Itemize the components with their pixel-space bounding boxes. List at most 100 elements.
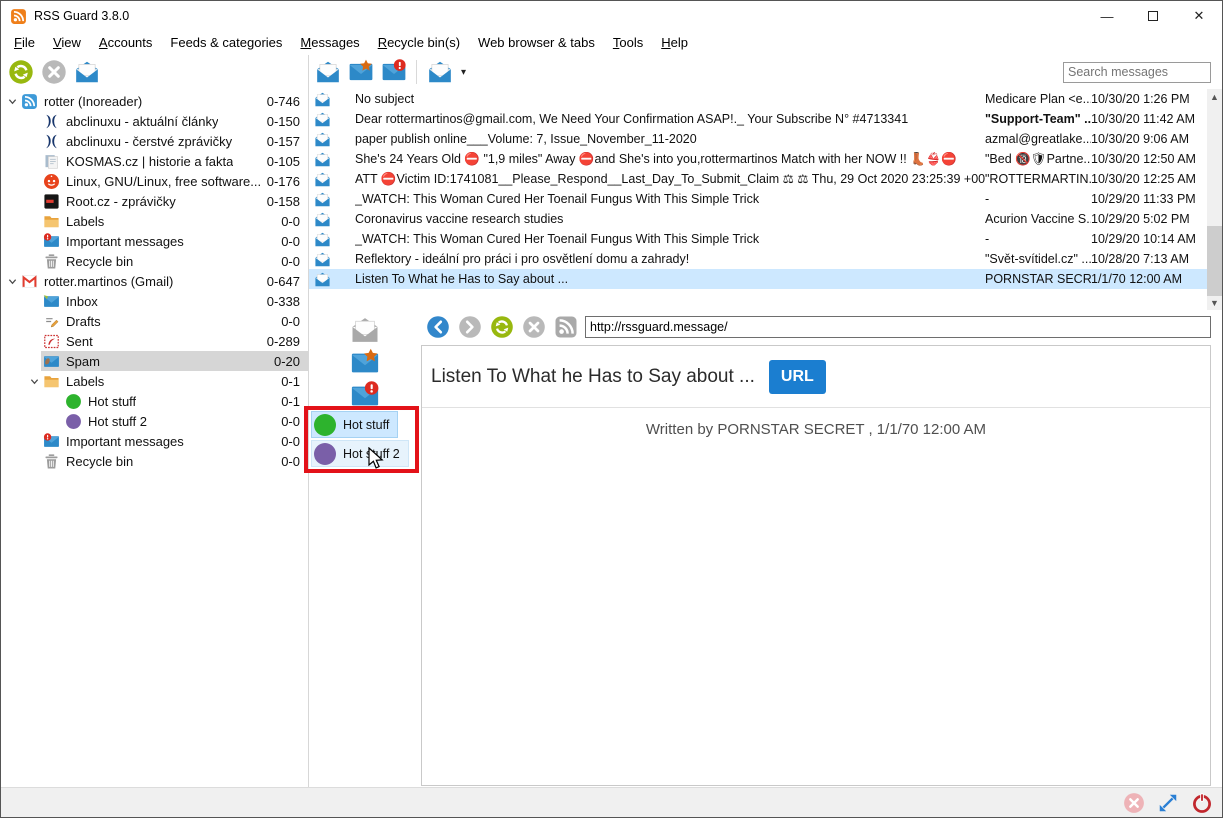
feed-row-important-messages[interactable]: Important messages0-0 [1,431,308,451]
message-row[interactable]: Coronavirus vaccine research studiesAcur… [309,209,1207,229]
menu-messages[interactable]: Messages [291,32,368,54]
feed-row-labels[interactable]: Labels0-0 [1,211,308,231]
forward-button[interactable] [457,315,482,340]
feed-row-abclinuxu-aktu-ln-l-nky[interactable]: abclinuxu - aktuální články0-150 [1,111,308,131]
feed-row-drafts[interactable]: Drafts0-0 [1,311,308,331]
back-button[interactable] [425,315,450,340]
message-toolbar: ▾ [309,55,1223,89]
feed-unread-count: 0-0 [281,234,308,249]
message-date: 10/28/20 7:13 AM [1091,252,1207,266]
mail-read-icon [314,151,333,168]
close-button[interactable]: ✕ [1176,1,1222,31]
toolbar-separator [416,60,417,84]
dot-green-icon [65,393,82,410]
message-row[interactable]: Reflektory - ideální pro práci i pro osv… [309,249,1207,269]
quit-button[interactable] [1188,789,1215,816]
feed-label: Labels [66,214,104,229]
feed-unread-count: 0-746 [267,94,308,109]
label-color-dot-icon [314,414,336,436]
scroll-down-icon[interactable]: ▼ [1207,295,1222,310]
mark-read-button[interactable] [314,59,341,86]
mark-feed-read-button[interactable] [73,59,100,86]
main-area: rotter (Inoreader)0-746abclinuxu - aktuá… [1,55,1223,789]
feed-row-body: Recycle bin0-0 [41,251,308,271]
feed-row-recycle-bin[interactable]: Recycle bin0-0 [1,251,308,271]
message-row[interactable]: ATT ⛔Victim ID:1741081__Please_Respond__… [309,169,1207,189]
message-row[interactable]: _WATCH: This Woman Cured Her Toenail Fun… [309,189,1207,209]
feed-row-rotter-inoreader[interactable]: rotter (Inoreader)0-746 [1,91,308,111]
message-row[interactable]: No subjectMedicare Plan <e...10/30/20 1:… [309,89,1207,109]
url-button[interactable]: URL [769,360,826,394]
feed-row-rotter-martinos-gmail[interactable]: rotter.martinos (Gmail)0-647 [1,271,308,291]
message-author: "ROTTERMARTIN... [985,172,1091,186]
menu-accounts[interactable]: Accounts [90,32,161,54]
stop-button[interactable] [521,315,546,340]
stop-update-button[interactable] [40,59,67,86]
fullscreen-button[interactable] [1154,789,1181,816]
scrollbar-thumb[interactable] [1207,226,1222,296]
update-feeds-button[interactable] [7,59,34,86]
mail-menu-icon [427,59,453,85]
chevron-down-icon[interactable] [5,277,19,286]
label-button-hot-stuff-2[interactable]: Hot stuff 2 [311,440,409,467]
menu-tools[interactable]: Tools [604,32,652,54]
feed-label: abclinuxu - aktuální články [66,114,218,129]
message-subject: Listen To What he Has to Say about ... [355,272,985,286]
feed-unread-count: 0-105 [267,154,308,169]
message-list-scrollbar[interactable]: ▲ ▼ [1207,89,1222,310]
mail-menu-button[interactable] [426,59,453,86]
minimize-button[interactable]: — [1084,1,1130,31]
message-row[interactable]: Dear rottermartinos@gmail.com, We Need Y… [309,109,1207,129]
dropdown-caret-icon[interactable]: ▾ [461,67,466,78]
feed-row-root-cz-zpr-vi-ky[interactable]: Root.cz - zprávičky0-158 [1,191,308,211]
message-subject: paper publish online___Volume: 7, Issue_… [355,132,985,146]
mail-read-icon [314,131,333,148]
feed-row-sent[interactable]: Sent0-289 [1,331,308,351]
menu-web-browser-tabs[interactable]: Web browser & tabs [469,32,604,54]
feed-label: Sent [66,334,93,349]
feed-unread-count: 0-647 [267,274,308,289]
scroll-up-icon[interactable]: ▲ [1207,89,1222,104]
message-row[interactable]: Listen To What he Has to Say about ...PO… [309,269,1207,289]
feed-row-body: Hot stuff0-1 [63,391,308,411]
feed-row-hot-stuff[interactable]: Hot stuff0-1 [1,391,308,411]
label-color-dot-icon [314,443,336,465]
feed-row-body: Inbox0-338 [41,291,308,311]
star-message-button[interactable] [349,348,381,378]
feed-row-labels[interactable]: Labels0-1 [1,371,308,391]
reload-button[interactable] [489,315,514,340]
feed-row-recycle-bin[interactable]: Recycle bin0-0 [1,451,308,471]
message-date: 10/29/20 11:33 PM [1091,192,1207,206]
message-row[interactable]: She's 24 Years Old ⛔ "1,9 miles" Away ⛔a… [309,149,1207,169]
mark-message-read-button[interactable] [349,315,381,345]
feed-row-linux-gnu-linux-free-software[interactable]: Linux, GNU/Linux, free software...0-176 [1,171,308,191]
message-author: "Bed 🔞🛡Partne... [985,152,1091,167]
url-input[interactable] [585,316,1211,338]
message-author: Medicare Plan <e... [985,92,1091,106]
chevron-down-icon[interactable] [27,377,41,386]
label-button-hot-stuff[interactable]: Hot stuff [311,411,398,438]
mark-starred-button[interactable] [347,59,374,86]
mouse-cursor-icon [367,447,384,471]
feed-label: Inbox [66,294,98,309]
mark-important-button[interactable] [380,59,407,86]
menu-file[interactable]: File [5,32,44,54]
menu-view[interactable]: View [44,32,90,54]
maximize-button[interactable] [1130,1,1176,31]
menu-recycle-bin-s[interactable]: Recycle bin(s) [369,32,469,54]
feed-row-abclinuxu-erstv-zpr-vi-ky[interactable]: abclinuxu - čerstvé zprávičky0-157 [1,131,308,151]
feed-row-spam[interactable]: Spam0-20 [1,351,308,371]
feed-row-hot-stuff-2[interactable]: Hot stuff 20-0 [1,411,308,431]
message-row[interactable]: _WATCH: This Woman Cured Her Toenail Fun… [309,229,1207,249]
menu-help[interactable]: Help [652,32,697,54]
feed-row-important-messages[interactable]: Important messages0-0 [1,231,308,251]
menu-feeds-categories[interactable]: Feeds & categories [161,32,291,54]
chevron-down-icon[interactable] [5,97,19,106]
message-row[interactable]: paper publish online___Volume: 7, Issue_… [309,129,1207,149]
search-input[interactable] [1063,62,1211,83]
message-author: - [985,232,1091,246]
feed-row-inbox[interactable]: Inbox0-338 [1,291,308,311]
feed-source-button[interactable] [553,315,578,340]
close-tab-button[interactable] [1120,789,1147,816]
feed-row-kosmas-cz-historie-a-fakta[interactable]: KOSMAS.cz | historie a fakta0-105 [1,151,308,171]
